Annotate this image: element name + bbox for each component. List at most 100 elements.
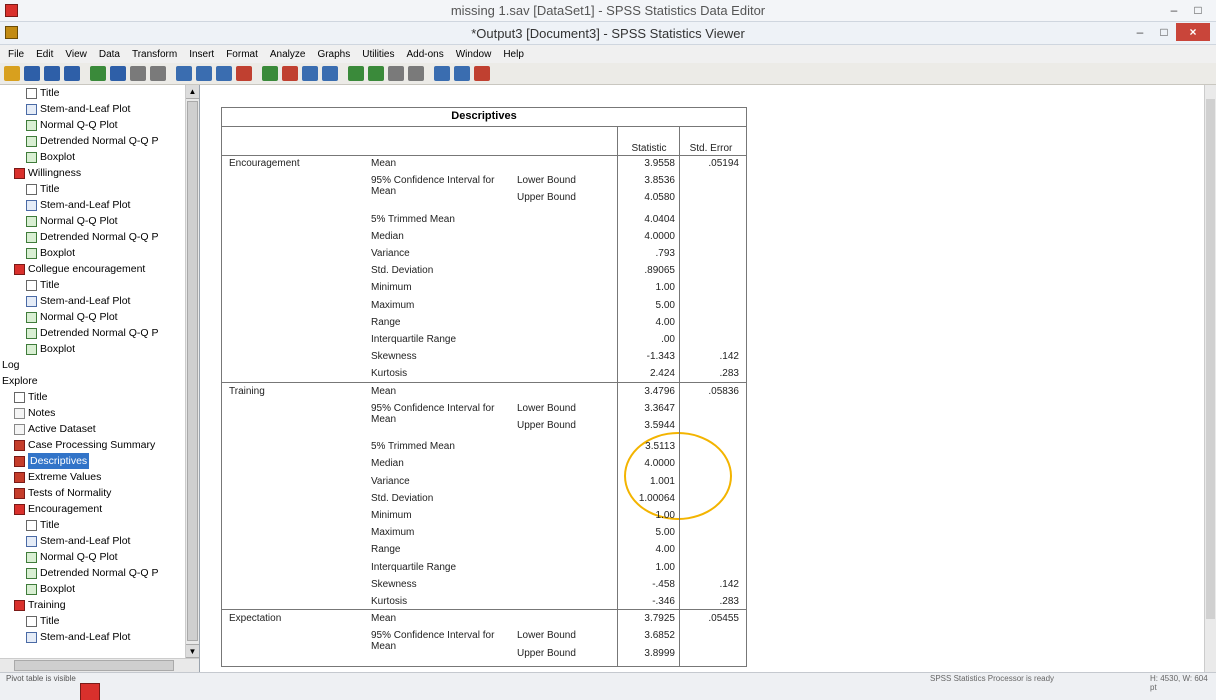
viewer-maximize-icon[interactable]: □ [1152, 23, 1176, 41]
outline-item[interactable]: Title [0, 181, 185, 197]
row-sublabel: Lower Bound [517, 402, 576, 414]
row-label: Std. Deviation [371, 265, 434, 277]
outline-item[interactable]: Title [0, 613, 185, 629]
outline-item[interactable]: Normal Q-Q Plot [0, 549, 185, 565]
outline-item[interactable]: Detrended Normal Q-Q P [0, 133, 185, 149]
outline-item[interactable]: Title [0, 85, 185, 101]
outline-item[interactable]: Collegue encouragement [0, 261, 185, 277]
outline-item[interactable]: Title [0, 389, 185, 405]
scroll-down-icon[interactable]: ▼ [186, 644, 199, 658]
outline-item[interactable]: Descriptives [0, 453, 185, 469]
outline-item[interactable]: Boxplot [0, 341, 185, 357]
outline-item[interactable]: Stem-and-Leaf Plot [0, 629, 185, 645]
menu-graphs[interactable]: Graphs [317, 49, 350, 60]
plot-node-icon [26, 311, 37, 323]
select-last-output-icon[interactable] [262, 66, 278, 81]
menu-help[interactable]: Help [503, 49, 524, 60]
taskbar-spss-window-icon[interactable] [80, 683, 100, 700]
show-icon[interactable] [388, 66, 404, 81]
menu-view[interactable]: View [65, 49, 87, 60]
menu-addons[interactable]: Add-ons [406, 49, 443, 60]
menu-utilities[interactable]: Utilities [362, 49, 394, 60]
outline-item[interactable]: Extreme Values [0, 469, 185, 485]
outline-item[interactable]: Explore [0, 373, 185, 389]
insert-text-icon[interactable] [474, 66, 490, 81]
menu-window[interactable]: Window [456, 49, 492, 60]
outline-item[interactable]: Training [0, 597, 185, 613]
insert-heading-icon[interactable] [434, 66, 450, 81]
outline-item[interactable]: Notes [0, 405, 185, 421]
goto-variable-icon[interactable] [216, 66, 232, 81]
contents-vertical-scrollbar[interactable] [1204, 85, 1216, 672]
outline-item[interactable]: Normal Q-Q Plot [0, 309, 185, 325]
maximize-icon[interactable]: □ [1186, 1, 1210, 19]
outline-item[interactable]: Boxplot [0, 581, 185, 597]
outline-item[interactable]: Normal Q-Q Plot [0, 213, 185, 229]
menu-transform[interactable]: Transform [132, 49, 177, 60]
outline-item[interactable]: Detrended Normal Q-Q P [0, 325, 185, 341]
outline-scroll-thumb[interactable] [187, 101, 198, 641]
outline-item[interactable]: Willingness [0, 165, 185, 181]
menu-data[interactable]: Data [99, 49, 120, 60]
print-preview-icon[interactable] [64, 66, 80, 81]
redo-icon[interactable] [150, 66, 166, 81]
viewer-titlebar[interactable]: *Output3 [Document3] - SPSS Statistics V… [0, 22, 1216, 45]
outline-item[interactable]: Stem-and-Leaf Plot [0, 293, 185, 309]
print-icon[interactable] [44, 66, 60, 81]
viewer-minimize-icon[interactable]: – [1128, 23, 1152, 41]
variables-icon[interactable] [236, 66, 252, 81]
outline-item[interactable]: Boxplot [0, 245, 185, 261]
hide-icon[interactable] [408, 66, 424, 81]
undo-icon[interactable] [130, 66, 146, 81]
outline-horizontal-scrollbar[interactable] [0, 658, 199, 672]
outline-item[interactable]: Title [0, 277, 185, 293]
recall-dialog-icon[interactable] [110, 66, 126, 81]
goto-case-icon[interactable] [196, 66, 212, 81]
std-error-value: .05455 [708, 613, 739, 625]
designate-window-icon[interactable] [282, 66, 298, 81]
row-label: Skewness [371, 578, 417, 590]
row-label: Interquartile Range [371, 334, 457, 345]
insert-title-icon[interactable] [454, 66, 470, 81]
outline-item[interactable]: Stem-and-Leaf Plot [0, 197, 185, 213]
minimize-icon[interactable]: – [1162, 1, 1186, 19]
open-icon[interactable] [4, 66, 20, 81]
outline-hscroll-thumb[interactable] [14, 660, 174, 671]
outline-item[interactable]: Detrended Normal Q-Q P [0, 565, 185, 581]
expand-icon[interactable] [348, 66, 364, 81]
outline-item[interactable]: Stem-and-Leaf Plot [0, 101, 185, 117]
descriptives-pivot-table[interactable]: Descriptives Statistic Std. Error Encourag… [221, 107, 747, 667]
contents-scroll-thumb[interactable] [1206, 99, 1215, 619]
outline-item[interactable]: Case Processing Summary [0, 437, 185, 453]
outline-item-label: Normal Q-Q Plot [40, 311, 118, 323]
status-bar: Pivot table is visible SPSS Statistics P… [0, 672, 1216, 700]
collapse-icon[interactable] [368, 66, 384, 81]
folder-node-icon [14, 599, 25, 611]
outline-item[interactable]: Log [0, 357, 185, 373]
row-label: Range [371, 316, 401, 328]
plot-node-icon [26, 215, 37, 227]
outline-item[interactable]: Active Dataset [0, 421, 185, 437]
menu-format[interactable]: Format [226, 49, 258, 60]
menu-edit[interactable]: Edit [36, 49, 53, 60]
outline-item[interactable]: Stem-and-Leaf Plot [0, 533, 185, 549]
menu-analyze[interactable]: Analyze [270, 49, 306, 60]
outline-item[interactable]: Title [0, 517, 185, 533]
viewer-close-icon[interactable]: × [1176, 23, 1210, 41]
statistic-value: 3.8536 [644, 175, 675, 187]
outline-item[interactable]: Normal Q-Q Plot [0, 117, 185, 133]
promote-icon[interactable] [302, 66, 318, 81]
demote-icon[interactable] [322, 66, 338, 81]
menu-file[interactable]: File [8, 49, 24, 60]
outline-vertical-scrollbar[interactable]: ▲ ▼ [185, 85, 199, 658]
outline-item[interactable]: Tests of Normality [0, 485, 185, 501]
save-icon[interactable] [24, 66, 40, 81]
scroll-up-icon[interactable]: ▲ [186, 85, 199, 99]
outline-item[interactable]: Detrended Normal Q-Q P [0, 229, 185, 245]
export-icon[interactable] [90, 66, 106, 81]
outline-item[interactable]: Encouragement [0, 501, 185, 517]
data-editor-titlebar[interactable]: missing 1.sav [DataSet1] - SPSS Statisti… [0, 0, 1216, 22]
outline-item[interactable]: Boxplot [0, 149, 185, 165]
menu-insert[interactable]: Insert [189, 49, 214, 60]
goto-data-icon[interactable] [176, 66, 192, 81]
